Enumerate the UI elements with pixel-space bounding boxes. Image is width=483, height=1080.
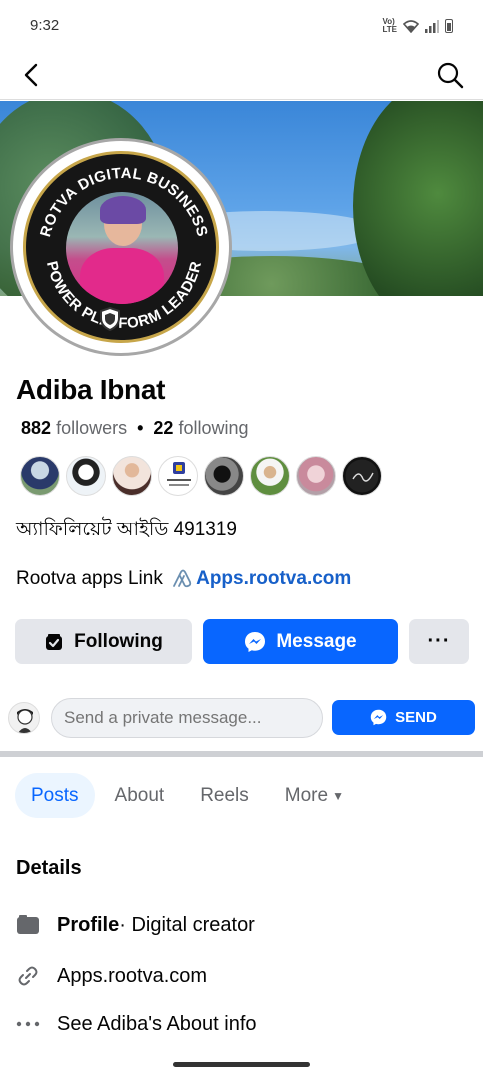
more-options-icon: ··· xyxy=(427,630,451,652)
search-button[interactable] xyxy=(435,60,465,90)
following-count: 22 xyxy=(153,418,174,438)
tab-about[interactable]: About xyxy=(99,773,181,818)
friend-avatar[interactable] xyxy=(204,456,244,496)
details-heading: Details xyxy=(16,857,82,879)
detail-see-about[interactable]: See Adiba's About info xyxy=(16,1012,257,1036)
tab-more[interactable]: More ▼ xyxy=(269,773,360,818)
friend-avatar[interactable] xyxy=(112,456,152,496)
message-button-label: Message xyxy=(276,630,357,652)
wifi-icon xyxy=(403,19,419,33)
friend-avatar[interactable] xyxy=(250,456,290,496)
message-button[interactable]: Message xyxy=(203,619,398,664)
caret-down-icon: ▼ xyxy=(332,788,344,803)
friend-avatar[interactable] xyxy=(158,456,198,496)
friend-avatar[interactable] xyxy=(66,456,106,496)
followers-count: 882 xyxy=(21,418,52,438)
volte-icon: Vo) LTE xyxy=(382,17,397,34)
following-button[interactable]: Following xyxy=(15,619,192,664)
follow-stats: 882 followers • 22 following xyxy=(21,418,249,439)
followers-label: followers xyxy=(56,418,128,438)
tab-posts[interactable]: Posts xyxy=(15,773,95,818)
bio-apps-link-line: Rootva apps Link Apps.rootva.com xyxy=(16,568,351,590)
friend-avatar[interactable] xyxy=(342,456,382,496)
back-arrow-icon xyxy=(24,63,38,87)
send-button-label: SEND xyxy=(395,709,437,726)
tab-label: About xyxy=(114,784,165,806)
friend-avatar[interactable] xyxy=(296,456,336,496)
friend-logo xyxy=(167,462,191,486)
svg-text:ROTVA DIGITAL BUSINESS: ROTVA DIGITAL BUSINESS xyxy=(37,165,211,239)
bio-affiliate-id: অ্যাফিলিয়েট আইডি 491319 xyxy=(16,519,237,540)
cover-tree-right xyxy=(353,101,483,296)
top-nav xyxy=(0,52,483,100)
link-icon xyxy=(16,964,40,988)
profile-card-icon xyxy=(16,913,40,937)
following-check-icon xyxy=(46,633,63,650)
avatar-ring-bottom-text: POWER PLATFORM LEADER xyxy=(43,259,205,332)
tab-reels[interactable]: Reels xyxy=(184,773,265,818)
friend-signature xyxy=(352,472,374,482)
followers-avatars xyxy=(20,456,382,496)
profile-name: Adiba Ibnat xyxy=(16,374,166,405)
stats-separator: • xyxy=(137,418,144,438)
following-button-label: Following xyxy=(74,630,163,652)
following-link[interactable]: 22 following xyxy=(153,418,248,438)
shield-icon xyxy=(100,306,120,332)
following-label: following xyxy=(178,418,249,438)
detail-website[interactable]: Apps.rootva.com xyxy=(16,964,207,988)
tab-label: Posts xyxy=(31,784,79,806)
bio-link-prefix: Rootva apps Link xyxy=(16,568,169,590)
detail-website-text: Apps.rootva.com xyxy=(57,964,208,987)
friend-avatar[interactable] xyxy=(20,456,60,496)
private-message-input[interactable] xyxy=(51,698,323,738)
detail-profile-category: Profile · Digital creator xyxy=(16,913,255,937)
send-button[interactable]: SEND xyxy=(332,700,475,735)
viewer-avatar-image xyxy=(17,709,33,733)
status-bar: 9:32 Vo) LTE xyxy=(0,0,483,52)
section-divider xyxy=(0,751,483,757)
paperclip-icon xyxy=(173,569,192,588)
status-time: 9:32 xyxy=(30,17,60,34)
search-icon xyxy=(437,62,464,89)
detail-profile-label: Profile xyxy=(57,913,120,936)
svg-text:POWER PLATFORM LEADER: POWER PLATFORM LEADER xyxy=(43,259,205,332)
viewer-avatar xyxy=(8,702,40,734)
tab-label: More xyxy=(284,784,329,806)
bio-website-link[interactable]: Apps.rootva.com xyxy=(196,568,351,589)
tab-label: Reels xyxy=(200,784,249,806)
more-options-button[interactable]: ··· xyxy=(409,619,469,664)
signal-icon xyxy=(425,19,439,33)
back-button[interactable] xyxy=(18,60,48,90)
followers-link[interactable]: 882 followers xyxy=(21,418,127,438)
detail-about-text: See Adiba's About info xyxy=(57,1012,257,1035)
more-dots-icon xyxy=(16,1012,40,1036)
messenger-icon xyxy=(370,709,387,726)
messenger-icon xyxy=(245,631,266,652)
private-message-bar: SEND xyxy=(0,698,483,738)
detail-profile-value: · Digital creator xyxy=(119,913,255,936)
home-indicator[interactable] xyxy=(173,1062,310,1067)
battery-icon xyxy=(445,19,453,33)
profile-tabs: Posts About Reels More ▼ xyxy=(15,773,364,818)
avatar-ring-top-text: ROTVA DIGITAL BUSINESS xyxy=(37,165,210,239)
status-icons: Vo) LTE xyxy=(382,18,453,34)
